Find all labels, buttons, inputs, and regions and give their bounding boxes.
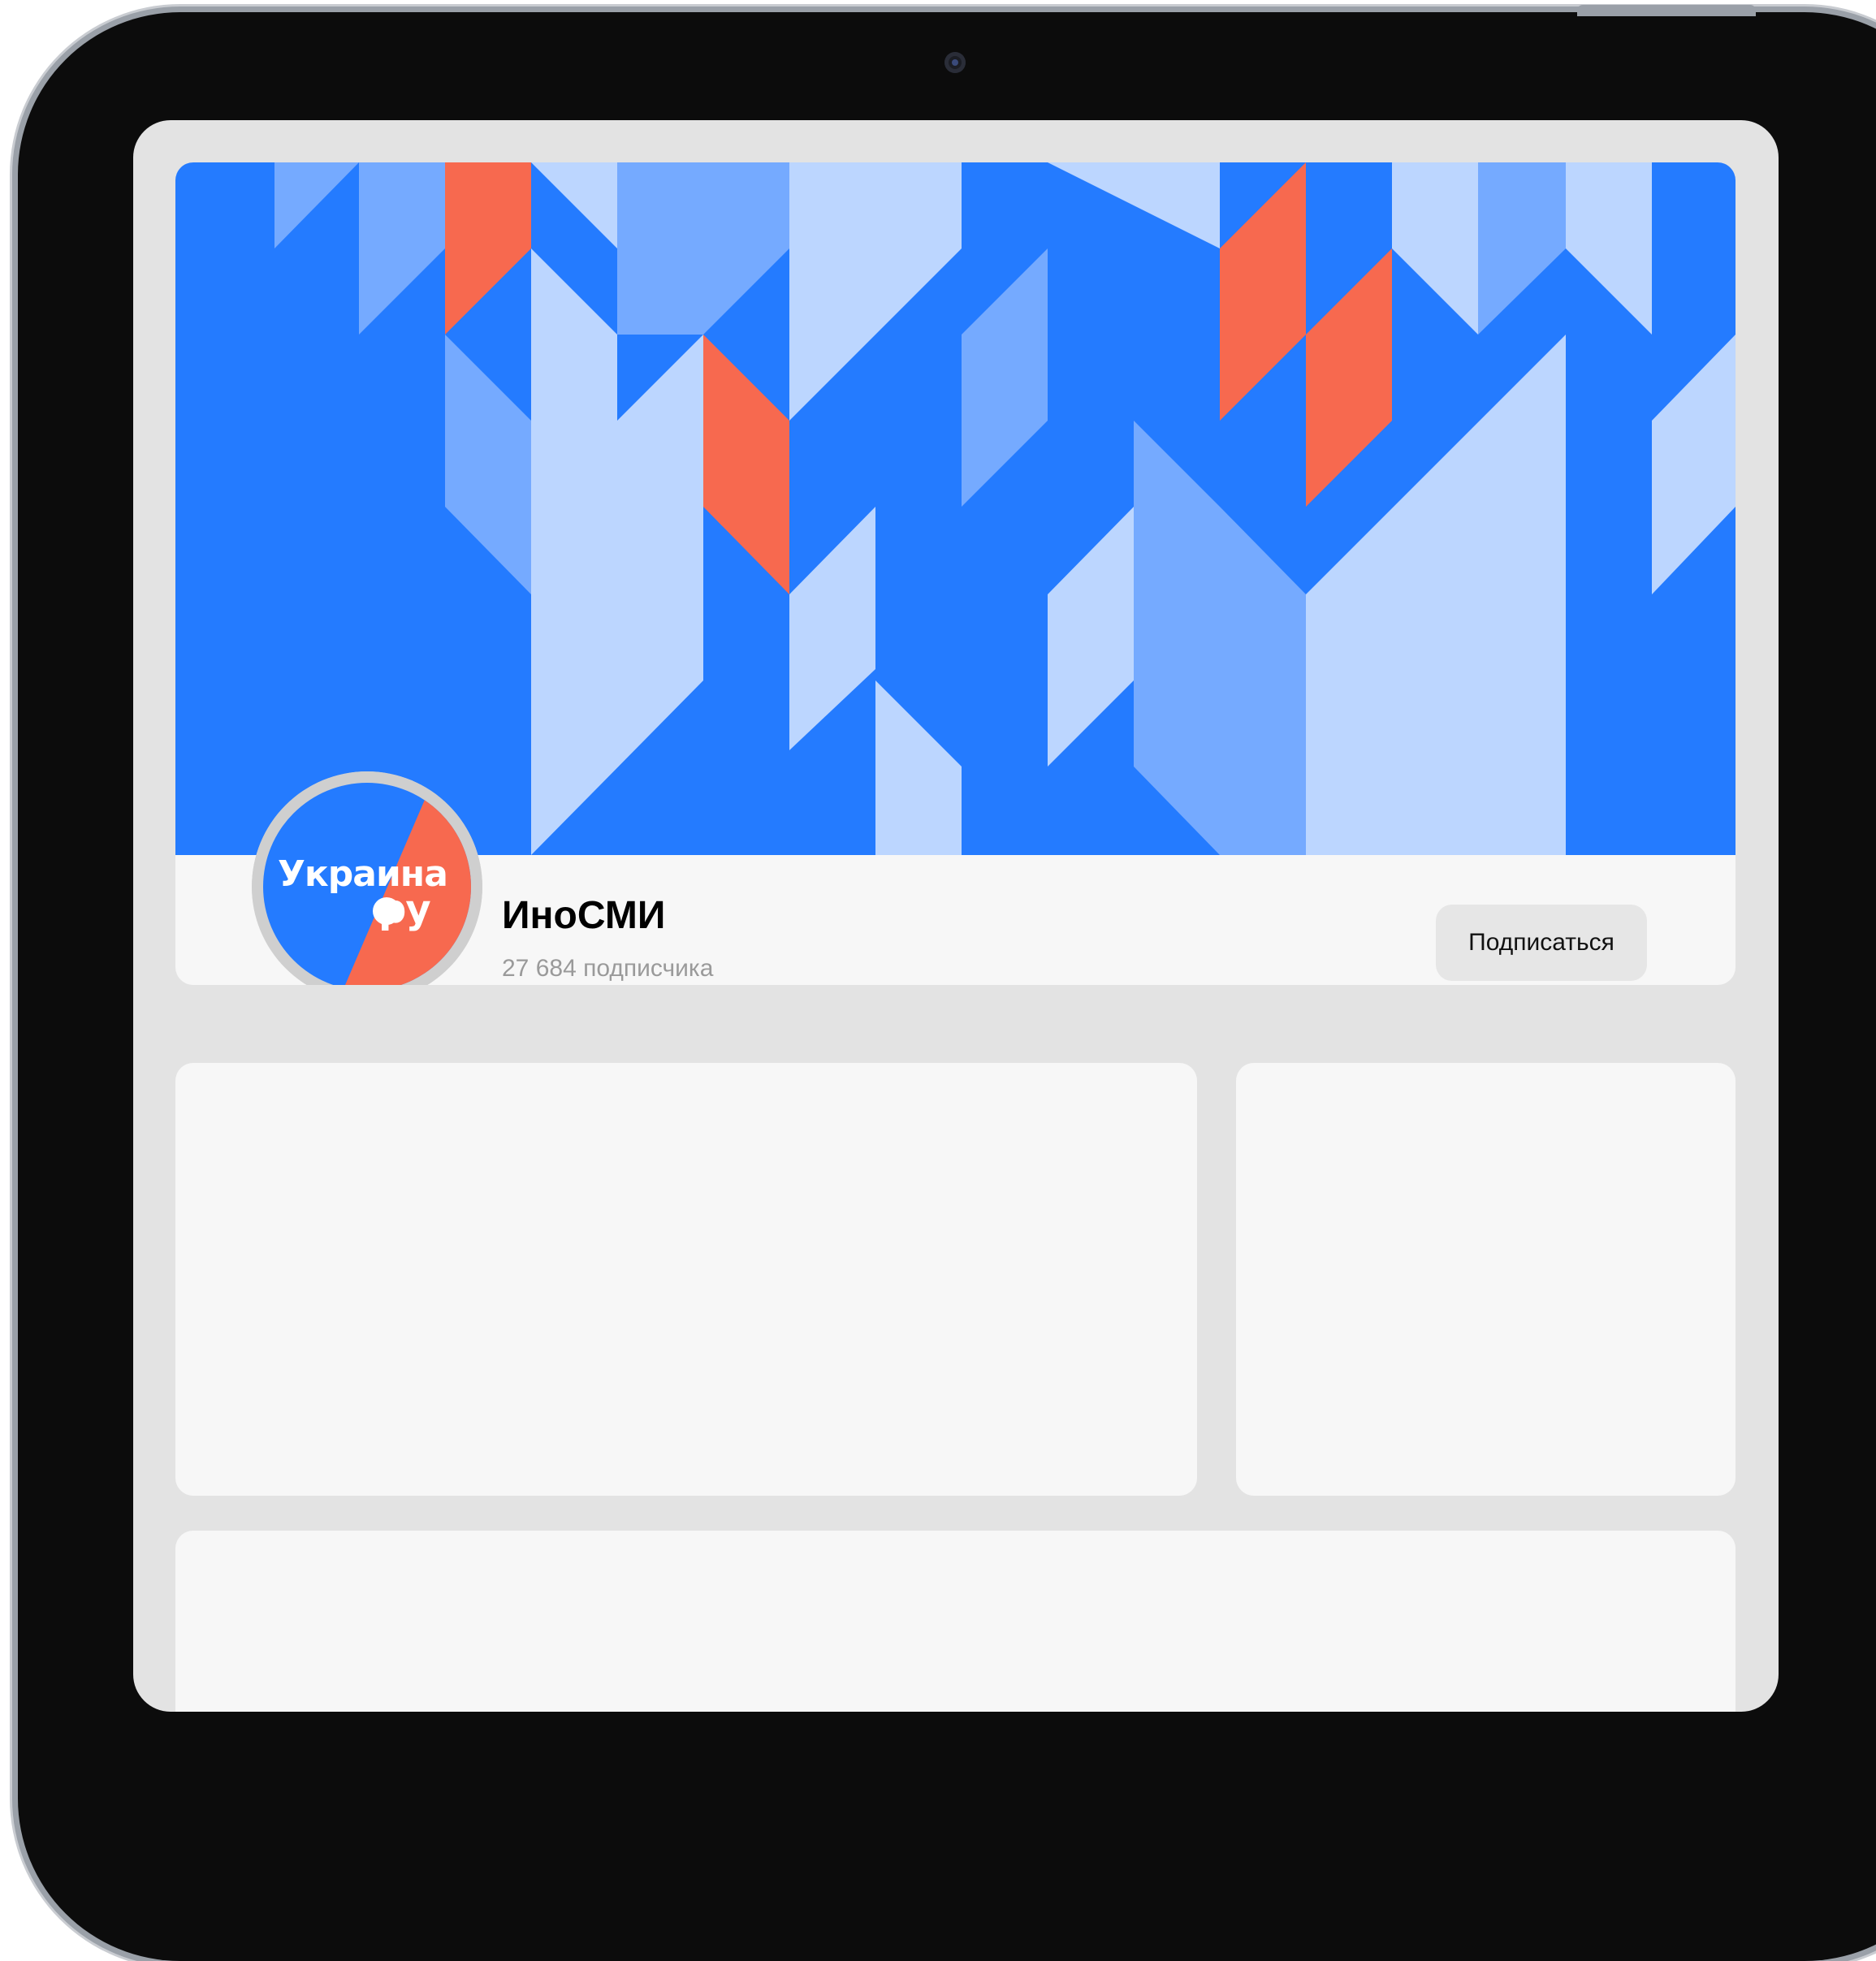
channel-banner-image [175,162,1736,855]
avatar-logo-domain: ру [378,887,431,932]
content-card-side [1236,1063,1736,1496]
content-card-main [175,1063,1197,1496]
tablet-side-button [1577,5,1756,16]
channel-header-card: Украина ру ИноСМИ 27 684 подписчика Подп… [175,162,1736,985]
content-card-wide [175,1531,1736,1712]
channel-title: ИноСМИ [502,894,666,937]
subscriber-count: 27 684 подписчика [502,955,714,982]
camera-icon [944,52,966,73]
screen: Украина ру ИноСМИ 27 684 подписчика Подп… [133,120,1779,1712]
subscribe-button[interactable]: Подписаться [1436,905,1647,981]
